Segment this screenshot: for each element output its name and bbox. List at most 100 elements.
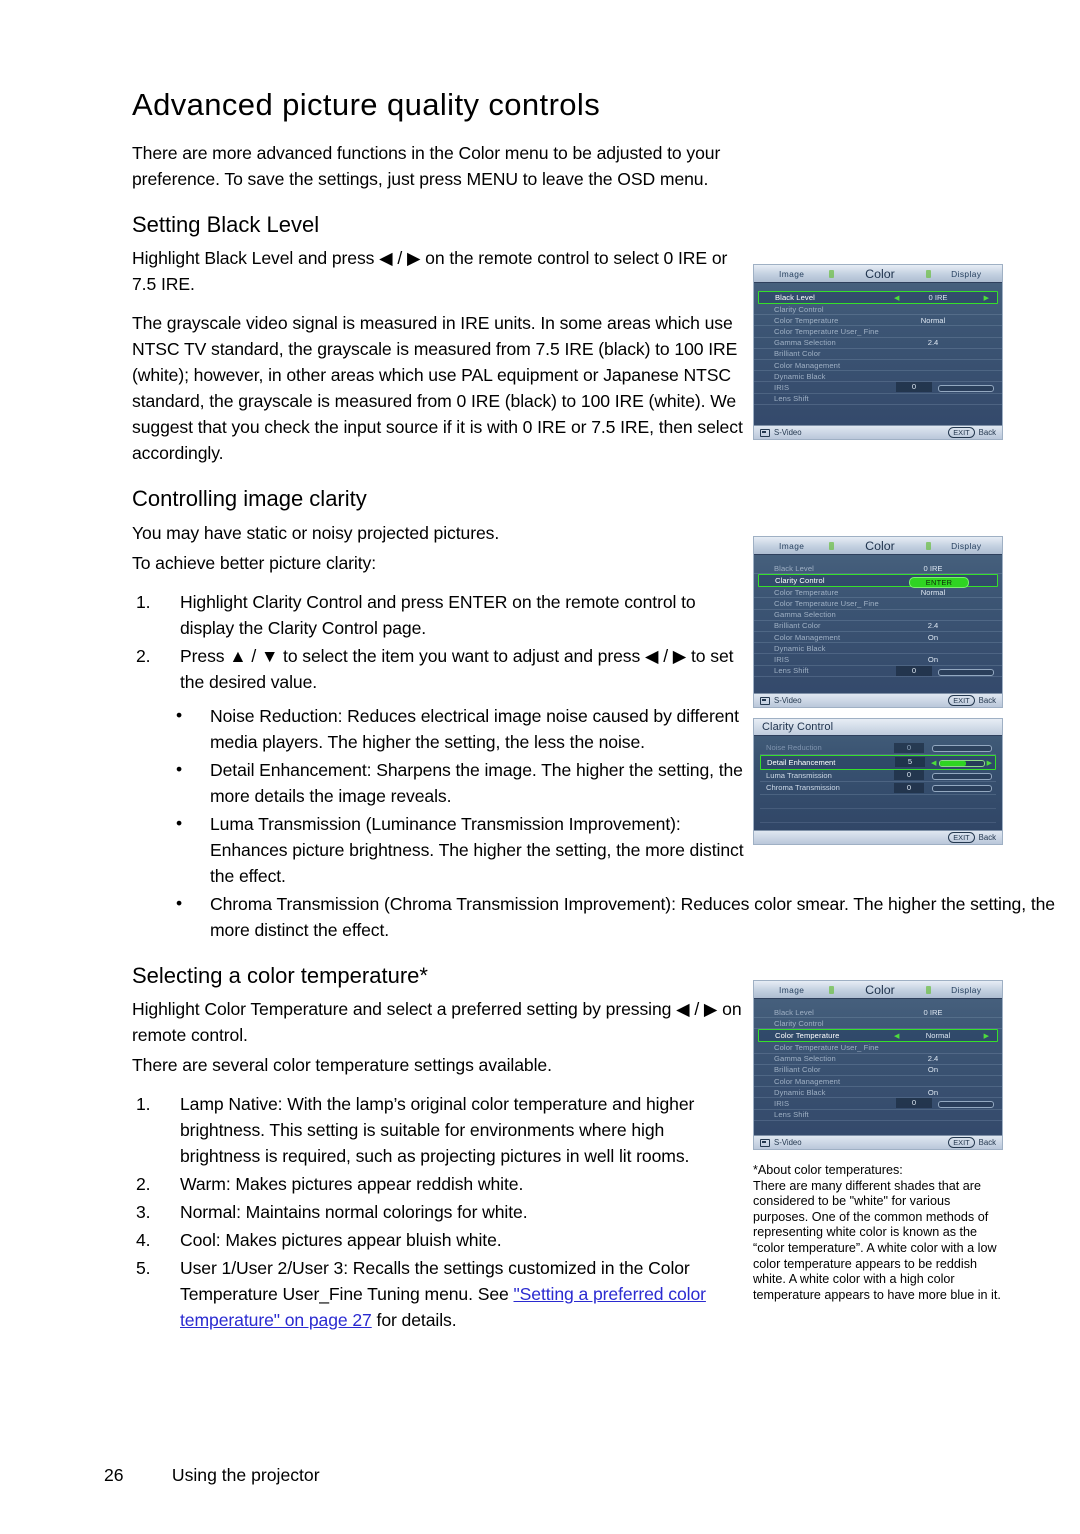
exit-button[interactable]: EXIT [948, 1137, 975, 1148]
detail-enhancement-slider[interactable] [939, 759, 985, 767]
menu-row-gamma-selection[interactable]: Gamma Selection 2.4 [754, 338, 1002, 349]
menu-row-black-level[interactable]: Black Level 0 IRE [754, 1007, 1002, 1019]
iris-slider[interactable] [938, 668, 994, 676]
menu-row-color-management[interactable]: Color Management On [754, 632, 1002, 644]
clarity-row-luma-transmission[interactable]: Luma Transmission 0 [760, 770, 996, 782]
menu-row-value: On [927, 1087, 939, 1097]
menu-row-color-temperature[interactable]: Color Temperature Normal [754, 315, 1002, 327]
osd-menu-list: Black Level ◀ 0 IRE ▶ Clarity Control Co… [754, 283, 1002, 405]
tab-separator-icon [829, 541, 835, 550]
tab-image[interactable]: Image [754, 541, 829, 551]
menu-row-color-temperature[interactable]: Color Temperature ◀ Normal ▶ [758, 1029, 998, 1043]
menu-row-iris[interactable]: IRIS 0 [754, 1098, 1002, 1110]
iris-slider[interactable] [938, 1101, 994, 1109]
menu-row-lens-shift[interactable]: Lens Shift [754, 394, 1002, 405]
menu-row-color-temperature-user-fine[interactable]: Color Temperature User_ Fine [754, 1042, 1002, 1054]
menu-row-lens-shift[interactable]: Lens Shift 0 [754, 665, 1002, 677]
menu-row-color-management[interactable]: Color Management [754, 360, 1002, 372]
clarity-row-noise-reduction[interactable]: Noise Reduction 0 [760, 742, 996, 755]
menu-row-label: Clarity Control [775, 576, 825, 586]
step-text: Press ▲ / ▼ to select the item you want … [180, 645, 734, 692]
menu-row-clarity-control[interactable]: Clarity Control ENTER [758, 574, 998, 588]
bullet-text: Chroma Transmission (Chroma Transmission… [210, 893, 1055, 940]
clarity-row-detail-enhancement[interactable]: Detail Enhancement 5 ◀ ▶ [760, 754, 996, 770]
caret-left-icon[interactable]: ◀ [931, 759, 936, 767]
menu-row-color-management[interactable]: Color Management [754, 1076, 1002, 1088]
tab-separator-icon [829, 269, 835, 278]
exit-button[interactable]: EXIT [948, 695, 975, 706]
menu-row-gamma-selection[interactable]: Gamma Selection [754, 610, 1002, 621]
tab-image[interactable]: Image [754, 985, 829, 995]
list-item: • Luma Transmission (Luminance Transmiss… [132, 811, 744, 889]
luma-transmission-slider[interactable] [932, 772, 992, 780]
caret-right-icon[interactable]: ▶ [984, 1032, 989, 1040]
caret-left-icon[interactable]: ◀ [894, 1032, 899, 1040]
tab-image[interactable]: Image [754, 269, 829, 279]
menu-row-dynamic-black[interactable]: Dynamic Black [754, 643, 1002, 655]
menu-row-label: Color Temperature [775, 1031, 840, 1041]
clarity-row-chroma-transmission[interactable]: Chroma Transmission 0 [760, 782, 996, 795]
tab-color[interactable]: Color [834, 539, 925, 553]
caret-right-icon[interactable]: ▶ [984, 294, 989, 302]
menu-row-label: Color Temperature User_ Fine [774, 326, 879, 336]
list-item: 3. Normal: Maintains normal colorings fo… [132, 1199, 744, 1225]
menu-row-label: Color Temperature User_ Fine [774, 1042, 879, 1052]
menu-row-brilliant-color[interactable]: Brilliant Color 2.4 [754, 621, 1002, 632]
menu-row-value: 2.4 [927, 338, 939, 348]
tab-separator-icon [829, 985, 835, 994]
menu-row-color-temperature-user-fine[interactable]: Color Temperature User_ Fine [754, 326, 1002, 338]
menu-row-dynamic-black[interactable]: Dynamic Black [754, 371, 1002, 383]
tab-color[interactable]: Color [834, 983, 925, 997]
menu-row-gamma-selection[interactable]: Gamma Selection 2.4 [754, 1054, 1002, 1065]
page-number: 26 [104, 1465, 124, 1485]
tab-display[interactable]: Display [931, 541, 1002, 551]
menu-row-black-level[interactable]: Black Level 0 IRE [754, 563, 1002, 575]
menu-row-label: Dynamic Black [774, 643, 826, 653]
menu-row-label: IRIS [774, 1098, 790, 1108]
step-number: 1. [136, 1093, 151, 1114]
tab-display[interactable]: Display [931, 269, 1002, 279]
bullet-glyph: • [176, 704, 183, 725]
caret-right-icon[interactable]: ▶ [987, 759, 992, 767]
menu-row-value: On [927, 654, 939, 664]
noise-reduction-slider[interactable] [932, 745, 992, 752]
menu-row-clarity-control[interactable]: Clarity Control [754, 1018, 1002, 1030]
menu-row-label: Color Temperature [774, 587, 839, 597]
menu-row-brilliant-color[interactable]: Brilliant Color On [754, 1065, 1002, 1076]
menu-row-value: Normal [920, 315, 946, 325]
exit-button[interactable]: EXIT [948, 427, 975, 438]
color-temp-paragraph-2: There are several color temperature sett… [132, 1054, 552, 1075]
tab-display[interactable]: Display [931, 985, 1002, 995]
input-source-icon [760, 1138, 770, 1147]
tab-color[interactable]: Color [834, 267, 925, 281]
menu-row-label: Clarity Control [774, 1018, 824, 1028]
menu-row-color-temperature[interactable]: Color Temperature Normal [754, 587, 1002, 599]
iris-slider[interactable] [938, 385, 994, 393]
menu-row-dynamic-black[interactable]: Dynamic Black On [754, 1087, 1002, 1099]
back-label: Back [978, 696, 996, 705]
step-number: 4. [136, 1229, 151, 1250]
menu-row-brilliant-color[interactable]: Brilliant Color [754, 349, 1002, 360]
tab-separator-icon [925, 985, 931, 994]
exit-button[interactable]: EXIT [948, 832, 975, 843]
menu-row-color-temperature-user-fine[interactable]: Color Temperature User_ Fine [754, 598, 1002, 610]
black-level-paragraph-1: Highlight Black Level and press ◀ / ▶ on… [132, 248, 728, 295]
menu-row-clarity-control[interactable]: Clarity Control [754, 304, 1002, 316]
list-item: 2. Press ▲ / ▼ to select the item you wa… [132, 643, 744, 695]
menu-row-iris[interactable]: IRIS 0 [754, 382, 1002, 394]
list-item: 4. Cool: Makes pictures appear bluish wh… [132, 1227, 744, 1253]
enter-button[interactable]: ENTER [909, 576, 969, 588]
menu-row-iris[interactable]: IRIS On [754, 654, 1002, 666]
clarity-row-value: 0 [894, 782, 924, 793]
chroma-transmission-slider[interactable] [932, 785, 992, 792]
menu-row-label: Lens Shift [774, 394, 809, 404]
caret-left-icon[interactable]: ◀ [894, 294, 899, 302]
menu-row-lens-shift[interactable]: Lens Shift [754, 1110, 1002, 1121]
tab-separator-icon [925, 269, 931, 278]
osd-screenshot-color-temperature: Image Color Display Black Level 0 IRE Cl… [753, 980, 1003, 1150]
list-item: 2. Warm: Makes pictures appear reddish w… [132, 1171, 744, 1197]
step-number: 2. [136, 645, 151, 666]
menu-row-value: 0 IRE [923, 563, 943, 573]
back-label: Back [978, 428, 996, 437]
menu-row-black-level[interactable]: Black Level ◀ 0 IRE ▶ [758, 291, 998, 304]
